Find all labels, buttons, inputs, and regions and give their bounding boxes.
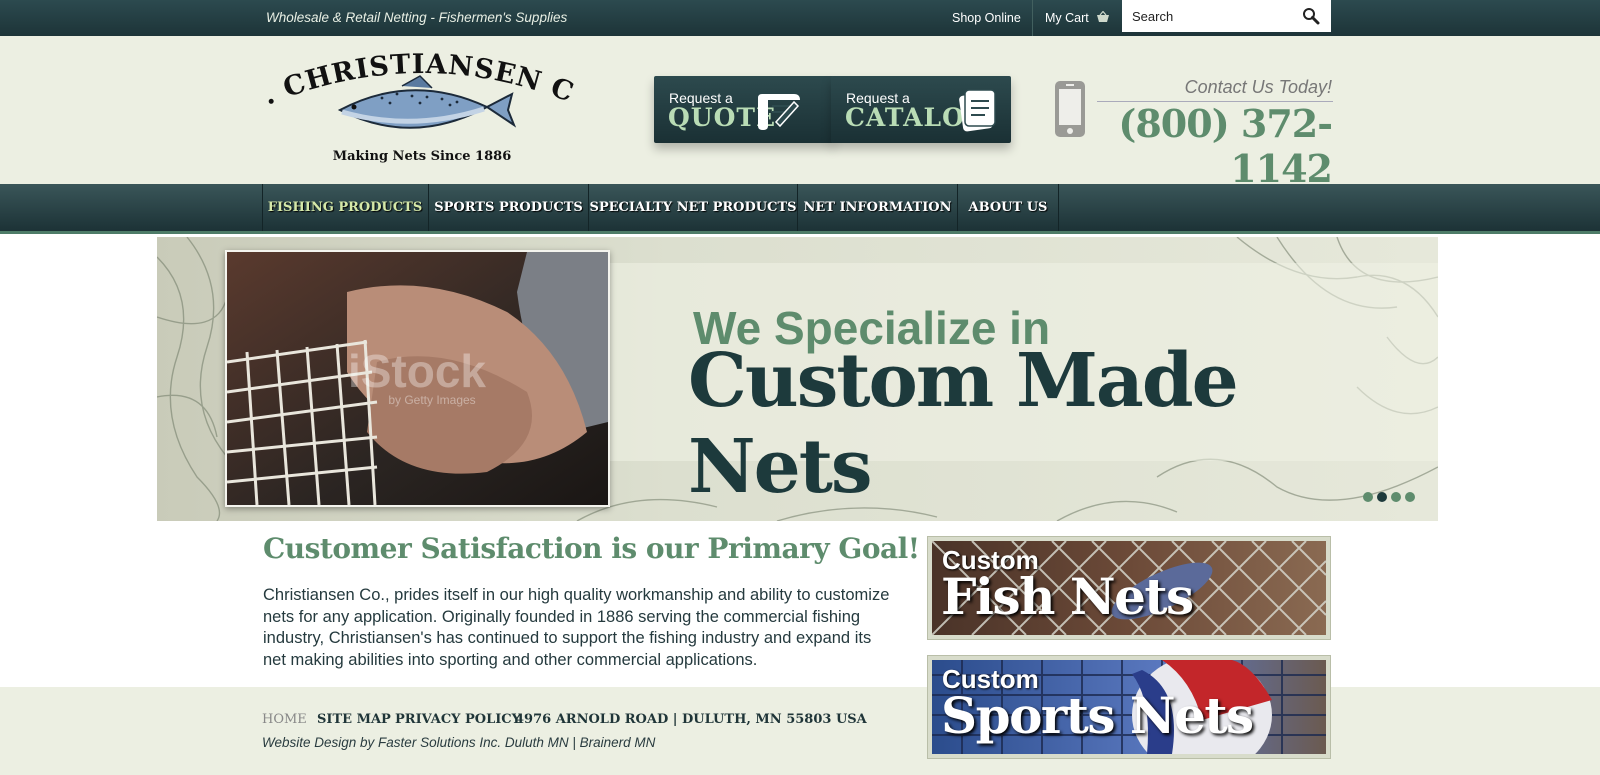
site-footer <box>0 687 1600 775</box>
hero-title: Custom Made Nets <box>688 338 1239 510</box>
search-icon[interactable] <box>1302 7 1320 25</box>
basket-icon[interactable] <box>1096 11 1110 23</box>
nav-net-information[interactable]: NET INFORMATION <box>798 184 957 231</box>
slide-dot-4[interactable] <box>1405 492 1415 502</box>
custom-fish-nets-promo[interactable]: Custom Fish Nets <box>927 536 1331 640</box>
site-tagline: Wholesale & Retail Netting - Fishermen's… <box>266 10 568 25</box>
footer-privacy-policy-link[interactable]: PRIVACY POLICY <box>395 712 521 727</box>
hero-photo-hands-net: iStock by Getty Images <box>225 250 610 507</box>
svg-text:iStock: iStock <box>348 345 486 397</box>
footer-address: 4976 ARNOLD ROAD | DULUTH, MN 55803 USA <box>515 712 867 727</box>
hero-slider[interactable]: iStock by Getty Images We Specialize in … <box>157 237 1438 521</box>
search-box <box>1122 0 1331 32</box>
promo-big-label: Fish Nets <box>941 567 1194 626</box>
custom-sports-nets-promo[interactable]: Custom Sports Nets <box>927 655 1331 759</box>
footer-site-map-link[interactable]: SITE MAP <box>317 712 391 727</box>
nav-about-us[interactable]: ABOUT US <box>958 184 1058 231</box>
quote-scroll-icon <box>758 94 800 130</box>
slide-dot-1[interactable] <box>1363 492 1373 502</box>
footer-credit[interactable]: Website Design by Faster Solutions Inc. … <box>262 735 655 750</box>
contact-us-label: Contact Us Today! <box>1184 77 1332 97</box>
topbar-divider <box>1032 0 1033 36</box>
catalog-book-icon <box>959 89 996 132</box>
main-navigation: FISHING PRODUCTS SPORTS PRODUCTS SPECIAL… <box>0 184 1600 234</box>
footer-home-link[interactable]: HOME <box>262 712 307 727</box>
request-catalog-button[interactable]: Request a CATALOG <box>831 76 1011 143</box>
shop-online-link[interactable]: Shop Online <box>952 11 1021 25</box>
company-logo[interactable]: H. CHRISTIANSEN CO. Making Nets Since 18… <box>262 52 582 167</box>
top-bar: Wholesale & Retail Netting - Fishermen's… <box>0 0 1600 36</box>
slide-dot-2[interactable] <box>1377 492 1387 502</box>
request-quote-button[interactable]: Request a QUOTE <box>654 76 834 143</box>
content-body-text: Christiansen Co., prides itself in our h… <box>263 586 890 669</box>
hands-mending-net-image: iStock by Getty Images <box>227 252 608 505</box>
phone-icon <box>1055 81 1085 137</box>
svg-text:by Getty Images: by Getty Images <box>388 393 475 407</box>
phone-number[interactable]: (800) 372-1142 <box>1090 101 1333 191</box>
nav-sports-products[interactable]: SPORTS PRODUCTS <box>429 184 588 231</box>
nav-fishing-products[interactable]: FISHING PRODUCTS <box>263 184 427 231</box>
slide-dot-3[interactable] <box>1391 492 1401 502</box>
promo-big-label: Sports Nets <box>941 686 1254 745</box>
nav-divider <box>1058 184 1059 231</box>
content-heading: Customer Satisfaction is our Primary Goa… <box>263 532 920 565</box>
svg-text:Making Nets Since 1886: Making Nets Since 1886 <box>333 149 512 164</box>
my-cart-link[interactable]: My Cart <box>1045 11 1089 25</box>
nav-specialty-net-products[interactable]: SPECIALTY NET PRODUCTS <box>589 184 797 231</box>
search-input[interactable] <box>1132 0 1292 32</box>
